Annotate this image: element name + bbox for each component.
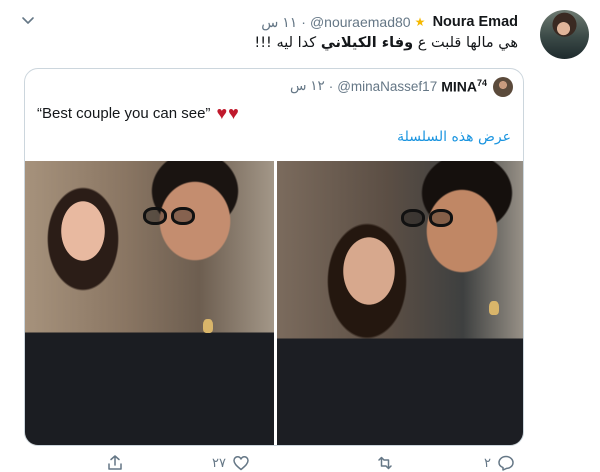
retweet-icon bbox=[378, 456, 392, 470]
separator-dot: · bbox=[328, 78, 334, 94]
photo-left[interactable] bbox=[25, 161, 274, 445]
heart-emoji-icon: ♥♥ bbox=[216, 103, 240, 123]
lapel-pin bbox=[203, 319, 213, 333]
eyeglasses bbox=[143, 207, 195, 225]
like-icon bbox=[233, 456, 249, 471]
lens bbox=[428, 209, 453, 227]
quote-text: “Best couple you can see” ♥♥ bbox=[37, 103, 240, 124]
quote-author-sup: 74 bbox=[476, 78, 487, 88]
tweet-text: هي مالها قلبت ع وفاء الكيلاني كدا ليه !!… bbox=[254, 35, 518, 51]
author-name[interactable]: Noura Emad bbox=[433, 14, 518, 30]
retweet-button[interactable] bbox=[370, 454, 394, 472]
share-button[interactable] bbox=[106, 454, 124, 472]
reply-icon bbox=[498, 455, 514, 471]
eyeglasses bbox=[400, 209, 453, 227]
quote-author-handle: @minaNassef17 bbox=[337, 78, 438, 94]
quote-time: ١٢ س bbox=[289, 78, 325, 94]
chevron-down-icon[interactable] bbox=[20, 12, 36, 28]
lens bbox=[400, 209, 425, 227]
share-icon bbox=[108, 455, 122, 470]
show-thread-link[interactable]: عرض هذه السلسلة bbox=[397, 129, 511, 145]
tweet-time[interactable]: ١١ س bbox=[261, 14, 297, 31]
lens bbox=[143, 207, 167, 225]
lapel-pin bbox=[488, 301, 499, 315]
like-count: ٢٧ bbox=[212, 455, 226, 471]
photo-grid bbox=[25, 161, 523, 445]
star-emoji-icon: ★ bbox=[414, 15, 426, 29]
quoted-tweet[interactable]: MINA74 @minaNassef17 · ١٢ س “Best couple… bbox=[24, 68, 524, 446]
quote-author-avatar bbox=[493, 77, 513, 97]
tweet-text-bold: وفاء الكيلاني bbox=[320, 35, 414, 51]
tweet-text-part: هي مالها قلبت ع bbox=[413, 35, 518, 51]
like-button[interactable]: ٢٧ bbox=[212, 454, 250, 472]
author-avatar[interactable] bbox=[540, 10, 589, 59]
tweet-text-part: كدا ليه !!! bbox=[254, 35, 321, 51]
author-handle[interactable]: @nouraemad80 bbox=[310, 14, 411, 30]
reply-button[interactable]: ٢ bbox=[484, 454, 515, 472]
reply-count: ٢ bbox=[484, 455, 491, 471]
separator-dot: · bbox=[301, 14, 306, 30]
quote-author-name: MINA74 bbox=[441, 78, 487, 95]
tweet-header: Noura Emad ★ @nouraemad80 · ١١ س bbox=[261, 13, 518, 31]
tweet[interactable]: Noura Emad ★ @nouraemad80 · ١١ س هي ماله… bbox=[0, 0, 600, 472]
quote-header: MINA74 @minaNassef17 · ١٢ س bbox=[290, 78, 487, 95]
tweet-actions: ٢٧ ٢ bbox=[0, 452, 600, 472]
quote-text-content: “Best couple you can see” bbox=[37, 105, 211, 122]
photo-right[interactable] bbox=[276, 161, 523, 445]
lens bbox=[171, 207, 195, 225]
quote-author-name-text: MINA bbox=[441, 78, 477, 95]
